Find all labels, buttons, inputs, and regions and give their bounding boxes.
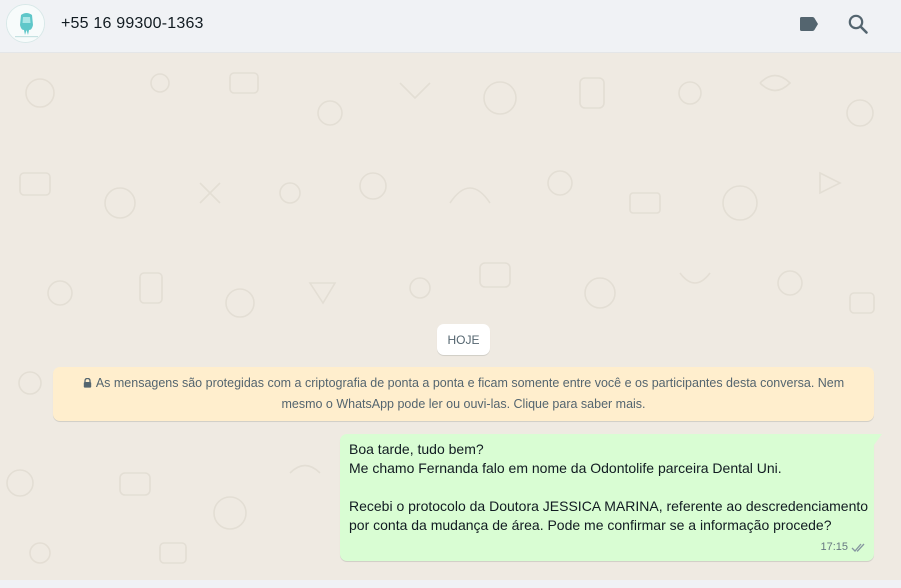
message-line: por conta da mudança de área. Pode me co… <box>349 517 832 533</box>
avatar-logo-icon <box>7 5 44 42</box>
lock-icon <box>83 378 92 388</box>
chat-panel[interactable]: HOJE As mensagens são protegidas com a c… <box>0 53 901 580</box>
double-check-icon <box>851 543 865 552</box>
contact-name[interactable]: +55 16 99300-1363 <box>61 15 204 33</box>
chat-header: +55 16 99300-1363 <box>0 0 901 53</box>
contact-avatar[interactable] <box>6 4 45 43</box>
search-icon[interactable] <box>846 12 870 36</box>
composer-strip <box>0 580 901 588</box>
bubble-tail <box>874 434 882 445</box>
label-icon[interactable] <box>797 12 821 36</box>
date-chip: HOJE <box>437 324 490 355</box>
message-line: Boa tarde, tudo bem? <box>349 441 484 457</box>
outgoing-message[interactable]: Boa tarde, tudo bem? Me chamo Fernanda f… <box>340 434 874 561</box>
encryption-notice[interactable]: As mensagens são protegidas com a cripto… <box>53 367 874 421</box>
message-time: 17:15 <box>820 541 848 553</box>
encryption-notice-text: As mensagens são protegidas com a cripto… <box>95 376 845 411</box>
message-meta: 17:15 <box>820 538 867 557</box>
message-line: Recebi o protocolo da Doutora JESSICA MA… <box>349 498 869 514</box>
message-line: Me chamo Fernanda falo em nome da Odonto… <box>349 460 782 476</box>
